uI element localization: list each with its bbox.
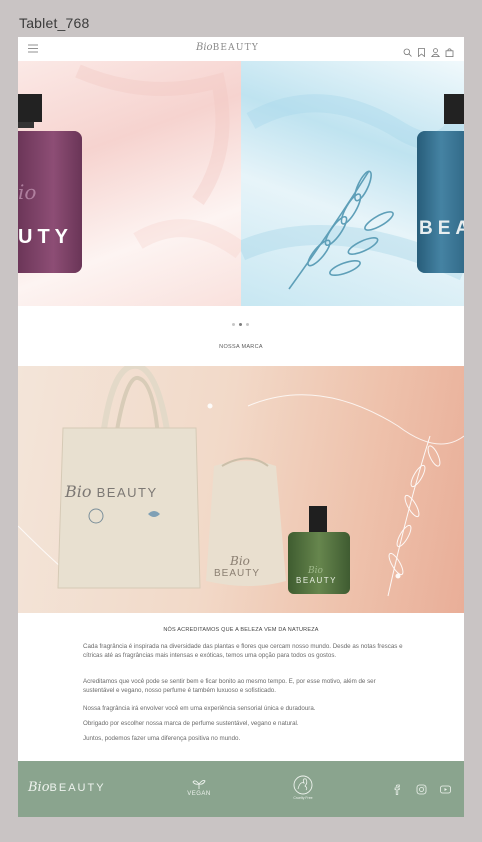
rabbit-icon [293, 775, 313, 795]
hero-bottle-text-right: BEA [419, 218, 464, 239]
bottle-text: BEAUTY [296, 576, 338, 585]
footer-logo-script: Bio [28, 780, 50, 795]
bag-icon[interactable] [445, 44, 454, 58]
nav-icons [403, 44, 454, 58]
vegan-badge: VEGAN [183, 779, 215, 797]
top-nav: BioBEAUTY [18, 37, 464, 61]
facebook-icon[interactable] [392, 782, 403, 795]
brand-products-image: Bio BEAUTY Bio BEAUTY Bio BEAUTY [18, 366, 464, 613]
bookmark-icon[interactable] [417, 44, 426, 58]
about-paragraph: Cada fragrância é inspirada na diversida… [83, 643, 403, 659]
page: BioBEAUTY io UTY BE NOSSA MARCA Bio BEAU… [18, 37, 464, 817]
logo-text: BEAUTY [212, 43, 259, 53]
search-icon[interactable] [403, 44, 412, 57]
carousel-dot-active[interactable] [239, 323, 242, 326]
about-headline: NÓS ACREDITAMOS QUE A BELEZA VEM DA NATU… [163, 627, 319, 633]
about-paragraph: Juntos, podemos fazer uma diferença posi… [83, 735, 241, 742]
svg-text:io: io [18, 180, 36, 204]
hero-slide-left: io UTY [18, 61, 241, 306]
purple-perfume-bottle: io [18, 64, 241, 273]
sprout-icon [192, 779, 206, 789]
about-paragraph: Acreditamos que você pode se sentir bem … [83, 678, 376, 694]
cruelty-free-label: Cruelty Free [293, 796, 313, 800]
carousel-dot[interactable] [246, 323, 249, 326]
frame-label: Tablet_768 [19, 15, 90, 31]
bottle-logo: Bio BEAUTY [296, 566, 337, 585]
hero-bottle-text-left: UTY [18, 226, 73, 248]
instagram-icon[interactable] [416, 782, 427, 795]
social-links [392, 782, 451, 795]
carousel-dot[interactable] [232, 323, 235, 326]
bottle-script: Bio [308, 566, 323, 576]
footer-logo[interactable]: BioBEAUTY [28, 780, 106, 795]
pouch-script: Bio [230, 554, 250, 568]
hero-slide-right: BEA [241, 61, 464, 306]
about-paragraph: Obrigado por escolher nossa marca de per… [83, 720, 299, 727]
tote-bag-text: BEAUTY [96, 485, 158, 500]
logo-script: Bio [196, 42, 213, 53]
hamburger-icon[interactable] [28, 44, 38, 53]
tote-bag-script: Bio [65, 482, 92, 501]
blue-perfume-bottle [241, 94, 464, 290]
hero-carousel[interactable]: io UTY BE [18, 61, 464, 306]
footer-logo-text: BEAUTY [49, 782, 106, 794]
pouch-text: BEAUTY [214, 568, 261, 579]
cruelty-free-badge: Cruelty Free [286, 775, 320, 800]
about-paragraph: Nossa fragrância irá envolver você em um… [83, 705, 316, 712]
user-icon[interactable] [430, 44, 441, 57]
carousel-dots [232, 323, 249, 326]
pouch-logo: Bio BEAUTY [214, 554, 260, 579]
youtube-icon[interactable] [440, 782, 451, 794]
brand-logo[interactable]: BioBEAUTY [196, 42, 259, 53]
footer: BioBEAUTY VEGAN Cruelty Free [18, 761, 464, 817]
vegan-label: VEGAN [187, 791, 211, 797]
tote-bag-logo: Bio BEAUTY [65, 482, 158, 501]
section-title: NOSSA MARCA [219, 344, 263, 350]
